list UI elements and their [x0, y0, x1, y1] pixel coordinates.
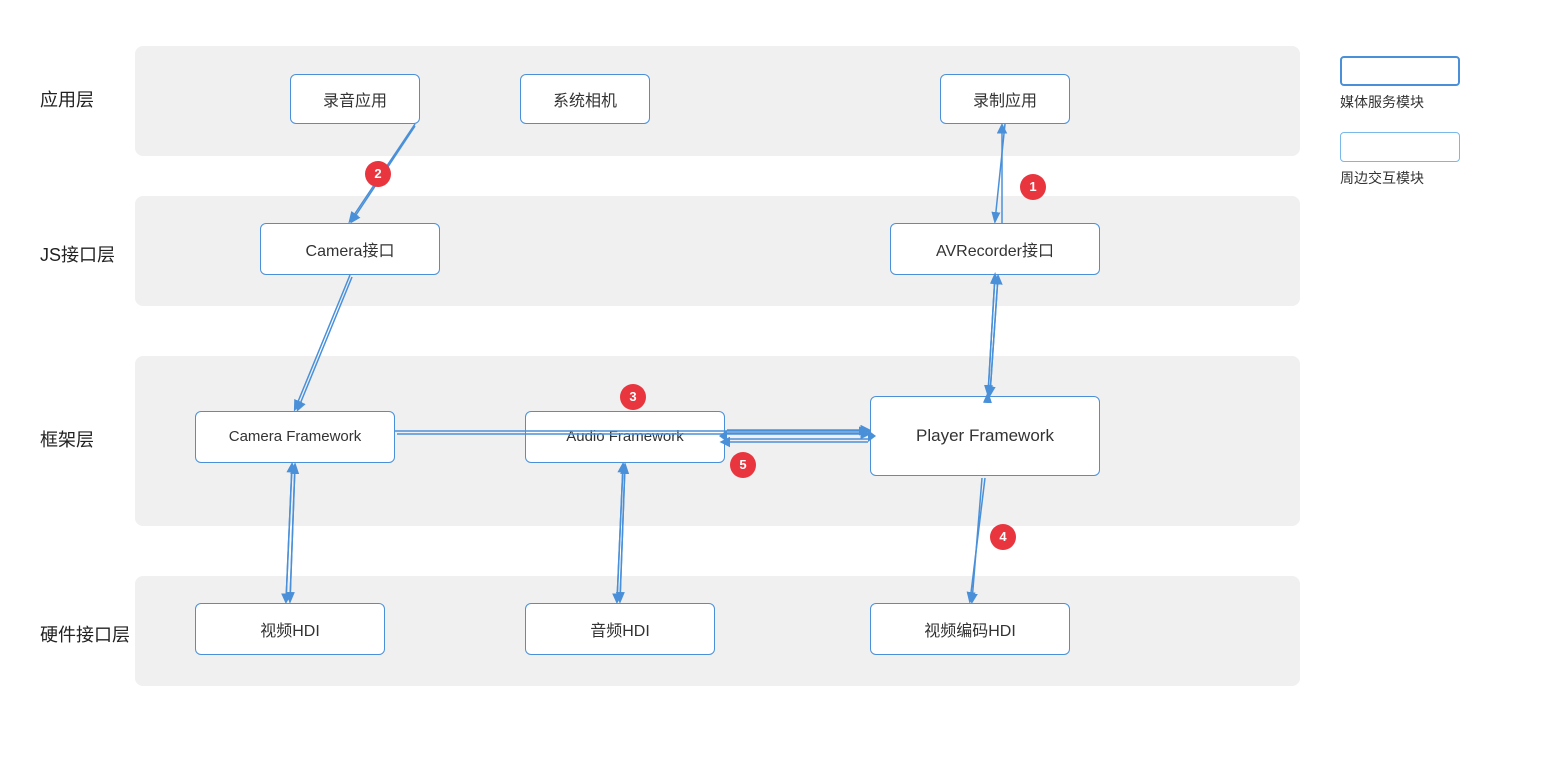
node-audio-hdi: 音频HDI: [525, 603, 715, 655]
node-camera-api: Camera接口: [260, 223, 440, 275]
legend-item-peripheral: 周边交互模块: [1340, 132, 1520, 188]
legend-area: 媒体服务模块 周边交互模块: [1340, 26, 1520, 188]
diagram-wrapper: 应用层 JS接口层 框架层 硬件接口层 录音应用 系统相机 录制应用 Camer…: [30, 26, 1310, 746]
node-luyin: 录音应用: [290, 74, 420, 124]
legend-box-media: [1340, 56, 1460, 86]
legend-label-peripheral: 周边交互模块: [1340, 168, 1424, 188]
hardware-layer-label: 硬件接口层: [40, 621, 130, 647]
node-video-hdi: 视频HDI: [195, 603, 385, 655]
legend-item-media: 媒体服务模块: [1340, 56, 1520, 112]
badge-4: 4: [990, 524, 1016, 550]
badge-1: 1: [1020, 174, 1046, 200]
legend-label-media: 媒体服务模块: [1340, 92, 1424, 112]
node-player-framework: Player Framework: [870, 396, 1100, 476]
js-layer-label: JS接口层: [40, 241, 115, 267]
framework-layer-label: 框架层: [40, 426, 94, 452]
legend-box-peripheral: [1340, 132, 1460, 162]
node-camera-framework: Camera Framework: [195, 411, 395, 463]
node-video-encode-hdi: 视频编码HDI: [870, 603, 1070, 655]
app-layer-label: 应用层: [40, 86, 94, 112]
node-avrecorder-api: AVRecorder接口: [890, 223, 1100, 275]
main-container: 应用层 JS接口层 框架层 硬件接口层 录音应用 系统相机 录制应用 Camer…: [0, 6, 1542, 766]
node-audio-framework: Audio Framework: [525, 411, 725, 463]
node-luzhi: 录制应用: [940, 74, 1070, 124]
badge-2: 2: [365, 161, 391, 187]
node-xitongxiangji: 系统相机: [520, 74, 650, 124]
badge-5: 5: [730, 452, 756, 478]
badge-3: 3: [620, 384, 646, 410]
